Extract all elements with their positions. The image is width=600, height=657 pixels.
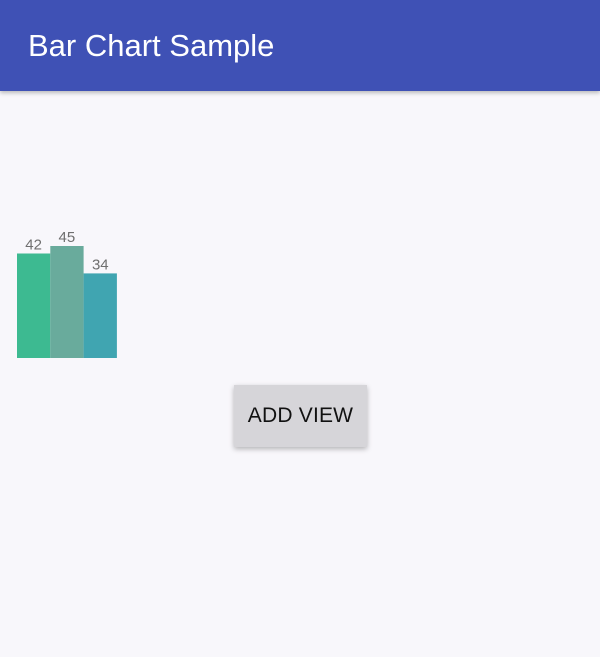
add-view-button[interactable]: ADD VIEW: [234, 385, 367, 447]
bar-chart-svg: 42 45 34: [17, 229, 117, 358]
app-bar: Bar Chart Sample: [0, 0, 600, 91]
bar-1: [17, 253, 51, 358]
app-screen: Bar Chart Sample 42 45 34 ADD VIEW: [0, 0, 600, 657]
app-title: Bar Chart Sample: [28, 28, 275, 63]
bar-2: [50, 246, 84, 358]
bar-value-label-2: 45: [59, 229, 76, 246]
bar-chart: 42 45 34: [0, 210, 140, 370]
bar-value-label-1: 42: [25, 237, 42, 254]
bar-3: [83, 273, 117, 358]
bar-value-label-3: 34: [92, 256, 109, 273]
